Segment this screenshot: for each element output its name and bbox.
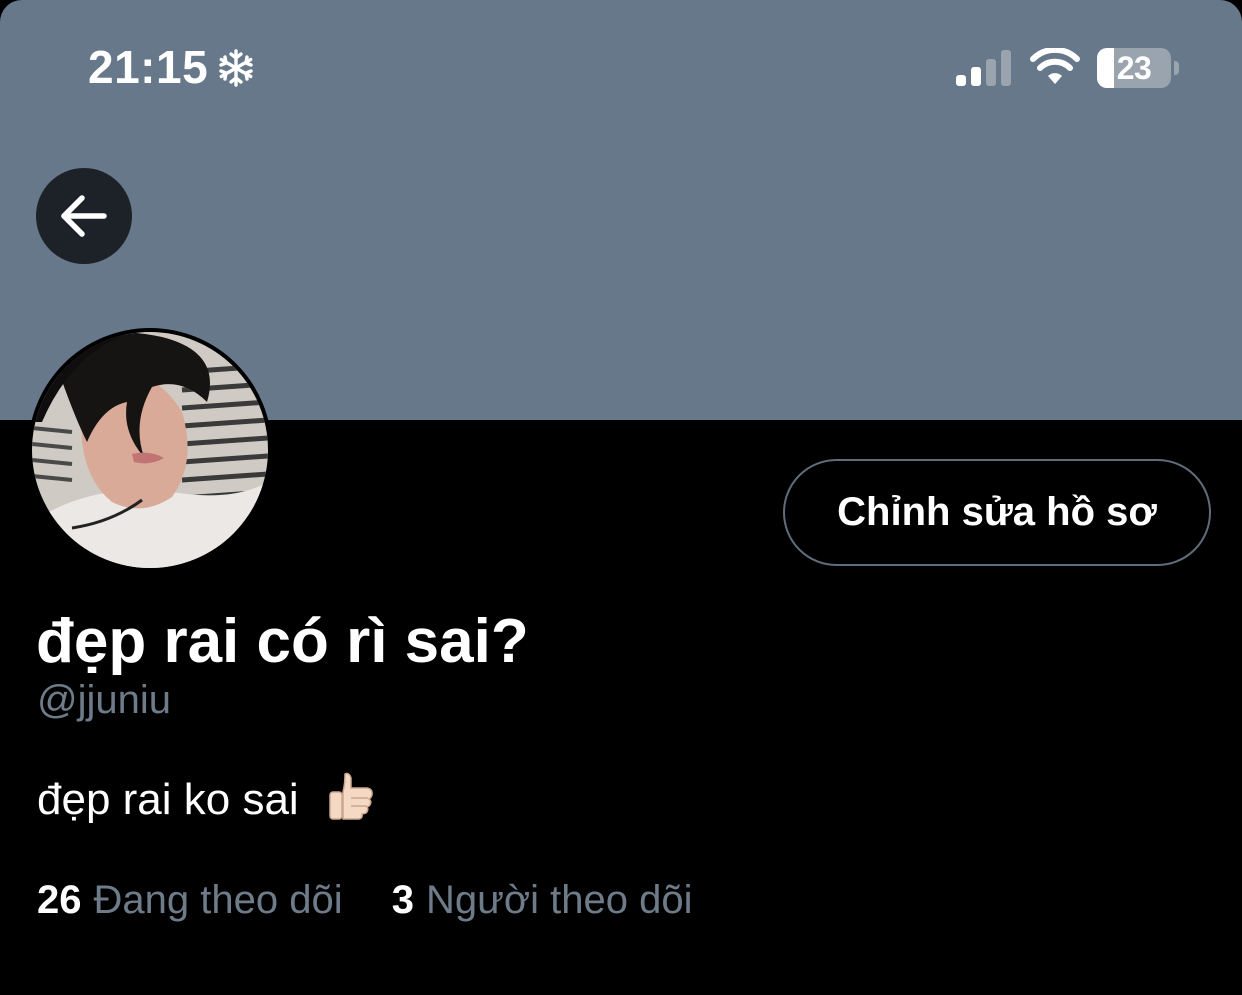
arrow-left-icon <box>61 195 107 237</box>
status-bar: 21:15 23 <box>0 0 1242 140</box>
back-button[interactable] <box>36 168 132 264</box>
follow-stats: 26 Đang theo dõi 3 Người theo dõi <box>37 878 692 923</box>
followers-count: 3 <box>391 878 414 922</box>
bio-text: đẹp rai ko sai <box>37 775 299 824</box>
display-name: đẹp rai có rì sai? <box>36 607 529 676</box>
cellular-signal-icon <box>956 50 1011 86</box>
battery-level: 23 <box>1116 50 1152 86</box>
following-stat[interactable]: 26 Đang theo dõi <box>37 878 343 923</box>
wifi-icon <box>1030 48 1080 84</box>
followers-label: Người theo dõi <box>425 878 693 922</box>
user-handle: @jjuniu <box>37 678 172 722</box>
bio: đẹp rai ko sai <box>37 770 375 825</box>
snowflake-icon <box>219 49 253 87</box>
edit-profile-button[interactable]: Chỉnh sửa hồ sơ <box>783 459 1211 566</box>
status-time: 21:15 <box>88 41 209 93</box>
avatar[interactable] <box>28 328 272 572</box>
following-label: Đang theo dõi <box>93 878 343 922</box>
battery-icon: 23 <box>1097 48 1181 88</box>
following-count: 26 <box>37 878 82 922</box>
profile-photo <box>32 332 268 568</box>
followers-stat[interactable]: 3 Người theo dõi <box>392 878 693 923</box>
thumbs-up-emoji <box>329 772 373 820</box>
